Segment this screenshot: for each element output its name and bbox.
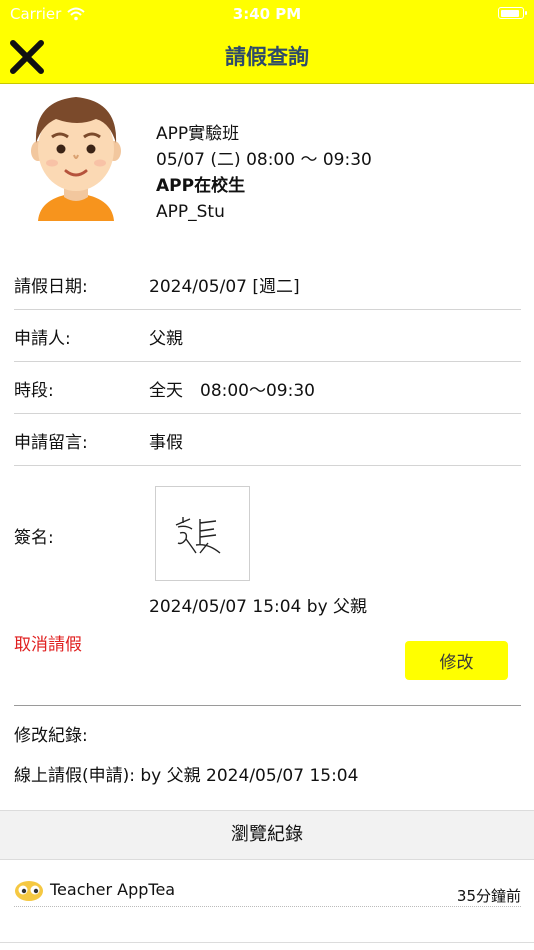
message-value: 事假 xyxy=(149,433,183,453)
battery-icon xyxy=(498,7,527,19)
page-title: 請假查詢 xyxy=(225,45,309,69)
list-item: Teacher AppTea 35分鐘前 xyxy=(14,872,521,907)
student-id: APP_Stu xyxy=(156,202,225,222)
modify-button[interactable]: 修改 xyxy=(405,641,508,680)
signature-image xyxy=(155,486,250,581)
cancel-leave-link[interactable]: 取消請假 xyxy=(14,630,82,655)
viewer-name: Teacher AppTea xyxy=(50,880,176,899)
period-label: 時段: xyxy=(14,381,54,401)
status-time: 3:40 PM xyxy=(232,5,302,23)
browse-records-header: 瀏覽紀錄 xyxy=(0,810,534,860)
student-name: APP在校生 xyxy=(156,176,246,196)
row-period: 時段: 全天 08:00～09:30 xyxy=(14,376,521,414)
applicant-value: 父親 xyxy=(149,329,183,349)
period-value: 全天 08:00～09:30 xyxy=(149,381,315,401)
row-leave-date: 請假日期: 2024/05/07 [週二] xyxy=(14,272,521,310)
avatar xyxy=(31,97,121,221)
nav-bar: 請假查詢 xyxy=(0,28,534,84)
signature-label: 簽名: xyxy=(14,528,54,548)
history-title: 修改紀錄: xyxy=(14,726,88,746)
row-applicant: 申請人: 父親 xyxy=(14,324,521,362)
class-name: APP實驗班 xyxy=(156,124,240,144)
view-time: 35分鐘前 xyxy=(456,887,521,905)
history-entry: 線上請假(申請): by 父親 2024/05/07 15:04 xyxy=(14,766,359,786)
student-profile: APP實驗班 05/07 (二) 08:00 ～ 09:30 APP在校生 AP… xyxy=(0,83,534,243)
leave-date-value: 2024/05/07 [週二] xyxy=(149,277,300,297)
leave-datetime: 05/07 (二) 08:00 ～ 09:30 xyxy=(156,150,372,170)
applicant-label: 申請人: xyxy=(14,329,71,349)
status-bar: Carrier 3:40 PM xyxy=(0,0,534,28)
message-label: 申請留言: xyxy=(14,433,88,453)
section-divider xyxy=(14,705,521,706)
row-message: 申請留言: 事假 xyxy=(14,428,521,466)
signature-meta: 2024/05/07 15:04 by 父親 xyxy=(149,597,368,617)
eyes-icon xyxy=(15,881,43,901)
signature-drawing xyxy=(175,517,221,554)
profile-info: APP實驗班 05/07 (二) 08:00 ～ 09:30 APP在校生 AP… xyxy=(156,121,372,225)
leave-date-label: 請假日期: xyxy=(14,277,88,297)
bottom-divider xyxy=(0,942,534,943)
